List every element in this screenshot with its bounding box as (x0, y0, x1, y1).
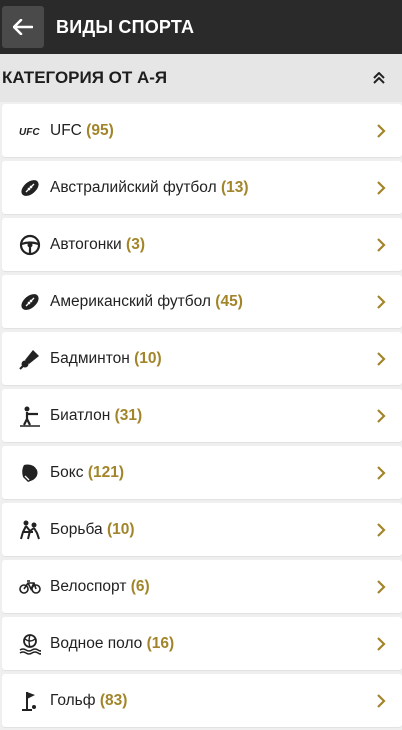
ufc-icon: UFC (18, 119, 42, 143)
sport-name: Водное поло (50, 634, 143, 652)
chevron-right-icon (374, 351, 388, 366)
shuttlecock-icon (18, 347, 42, 371)
event-count: (3) (126, 235, 145, 253)
list-item-badminton[interactable]: Бадминтон (10) (2, 332, 402, 385)
event-count: (10) (106, 520, 135, 538)
event-count: (6) (130, 577, 150, 595)
collapse-button[interactable] (370, 69, 388, 87)
list-item-golf[interactable]: Гольф (83) (2, 674, 402, 727)
list-item-ufc[interactable]: UFC UFC (95) (2, 104, 402, 157)
sport-name: Австралийский футбол (50, 178, 217, 196)
list-item-wrestling[interactable]: Борьба (10) (2, 503, 402, 556)
event-count: (13) (220, 178, 249, 196)
event-count: (83) (99, 691, 128, 709)
event-count: (45) (215, 292, 243, 310)
chevron-right-icon (374, 180, 388, 195)
wrestling-icon (18, 518, 42, 542)
page-title: ВИДЫ СПОРТА (56, 16, 195, 37)
arrow-left-icon (13, 19, 33, 35)
sport-name: Борьба (50, 520, 103, 538)
list-item-cycling[interactable]: Велоспорт (6) (2, 560, 402, 613)
event-count: (95) (86, 121, 114, 139)
list-item-water-polo[interactable]: Водное поло (16) (2, 617, 402, 670)
category-title: КАТЕГОРИЯ ОТ А-Я (2, 68, 168, 87)
category-header[interactable]: КАТЕГОРИЯ ОТ А-Я (0, 54, 402, 102)
sport-name: Американский футбол (50, 292, 211, 310)
svg-text:UFC: UFC (19, 127, 40, 136)
water-polo-icon (18, 632, 42, 656)
event-count: (16) (146, 634, 175, 652)
sport-name: Автогонки (50, 235, 122, 253)
sport-name: Бокс (50, 463, 84, 481)
chevron-right-icon (374, 465, 388, 480)
chevron-right-icon (374, 237, 388, 252)
chevron-right-icon (374, 123, 388, 138)
chevron-right-icon (374, 294, 388, 309)
steering-wheel-icon (18, 233, 42, 257)
golf-icon (18, 689, 42, 713)
double-chevron-up-icon (373, 72, 385, 84)
sport-name: Бадминтон (50, 349, 130, 367)
boxing-glove-icon (18, 461, 42, 485)
sport-name: Биатлон (50, 406, 111, 424)
event-count: (10) (134, 349, 162, 367)
chevron-right-icon (374, 522, 388, 537)
list-item-biathlon[interactable]: Биатлон (31) (2, 389, 402, 442)
app-header: ВИДЫ СПОРТА (0, 0, 402, 54)
sport-name: Велоспорт (50, 577, 127, 595)
bicycle-icon (18, 575, 42, 599)
sports-list: UFC UFC (95) Австралийский футбол (13) А… (0, 102, 402, 727)
list-item-australian-football[interactable]: Австралийский футбол (13) (2, 161, 402, 214)
sport-name: Гольф (50, 691, 96, 709)
chevron-right-icon (374, 636, 388, 651)
biathlon-icon (18, 404, 42, 428)
football-icon (18, 290, 42, 314)
football-icon (18, 176, 42, 200)
chevron-right-icon (374, 693, 388, 708)
chevron-right-icon (374, 408, 388, 423)
chevron-right-icon (374, 579, 388, 594)
list-item-motorsport[interactable]: Автогонки (3) (2, 218, 402, 271)
event-count: (31) (114, 406, 143, 424)
sport-name: UFC (50, 121, 82, 139)
event-count: (121) (87, 463, 124, 481)
back-button[interactable] (2, 6, 44, 48)
list-item-american-football[interactable]: Американский футбол (45) (2, 275, 402, 328)
list-item-boxing[interactable]: Бокс (121) (2, 446, 402, 499)
